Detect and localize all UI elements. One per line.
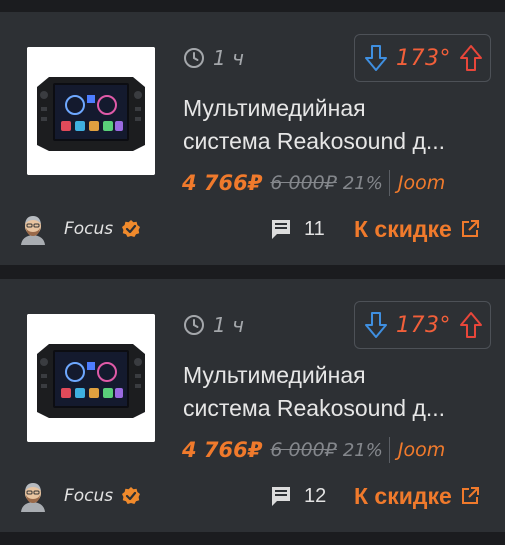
- comment-icon: [272, 487, 290, 506]
- arrow-down-icon: [365, 312, 387, 338]
- deal-card[interactable]: 1 ч 173° Мультимедийная система Reakosou…: [0, 279, 505, 532]
- deal-title-line: система Reakosound д...: [183, 128, 446, 154]
- comments-button[interactable]: 12: [270, 482, 326, 510]
- deals-feed: 1 ч 173° Мультимедийная система Reakosou…: [0, 0, 505, 545]
- username: Focus: [64, 219, 114, 239]
- store-link[interactable]: Joom: [398, 439, 445, 461]
- price-row: 4 766₽ 6 000₽ 21% Joom: [182, 169, 445, 197]
- go-to-deal-label: К скидке: [354, 215, 452, 242]
- arrow-up-icon: [460, 45, 482, 71]
- comment-count: 11: [304, 217, 325, 240]
- deal-title-line: Мультимедийная: [183, 362, 366, 388]
- price-row: 4 766₽ 6 000₽ 21% Joom: [182, 436, 445, 464]
- old-price: 6 000₽: [270, 172, 337, 194]
- clock-icon: [184, 48, 204, 68]
- deal-title[interactable]: Мультимедийная система Reakosound д...: [183, 92, 483, 158]
- temperature-vote: 173°: [354, 301, 491, 349]
- go-to-deal-button[interactable]: К скидке: [354, 214, 480, 244]
- temperature-vote: 173°: [354, 34, 491, 82]
- arrow-up-icon: [460, 312, 482, 338]
- comment-icon: [272, 220, 290, 239]
- author[interactable]: Focus: [18, 212, 141, 246]
- verified-icon: [122, 487, 141, 504]
- time-label: 1 ч: [213, 313, 244, 337]
- vote-down-button[interactable]: [363, 43, 389, 73]
- arrow-down-icon: [365, 45, 387, 71]
- avatar: [21, 216, 45, 245]
- discount-percent: 21%: [342, 439, 383, 461]
- divider: [388, 437, 390, 463]
- store-link[interactable]: Joom: [398, 172, 445, 194]
- external-link-icon: [461, 220, 479, 237]
- go-to-deal-button[interactable]: К скидке: [354, 481, 480, 511]
- product-image[interactable]: [27, 47, 155, 175]
- verified-icon: [122, 220, 141, 237]
- comment-count: 12: [304, 484, 327, 507]
- vote-down-button[interactable]: [363, 310, 389, 340]
- deal-price: 4 766₽: [182, 438, 263, 462]
- product-image[interactable]: [27, 314, 155, 442]
- temperature-value: 173°: [396, 312, 451, 338]
- time-label: 1 ч: [213, 46, 244, 70]
- deal-title-line: Мультимедийная: [183, 95, 366, 121]
- deal-title-line: система Reakosound д...: [183, 395, 446, 421]
- deal-card[interactable]: 1 ч 173° Мультимедийная система Reakosou…: [0, 12, 505, 265]
- username: Focus: [64, 486, 114, 506]
- temperature-value: 173°: [396, 45, 451, 71]
- comments-button[interactable]: 11: [270, 215, 325, 243]
- clock-icon: [184, 315, 204, 335]
- car-stereo-image: [27, 314, 155, 442]
- avatar: [21, 483, 45, 512]
- external-link-icon: [461, 487, 479, 504]
- vote-up-button[interactable]: [458, 310, 484, 340]
- deal-price: 4 766₽: [182, 171, 263, 195]
- vote-up-button[interactable]: [458, 43, 484, 73]
- author[interactable]: Focus: [18, 479, 141, 513]
- divider: [388, 170, 390, 196]
- old-price: 6 000₽: [270, 439, 337, 461]
- deal-title[interactable]: Мультимедийная система Reakosound д...: [183, 359, 483, 425]
- go-to-deal-label: К скидке: [354, 482, 452, 509]
- car-stereo-image: [27, 47, 155, 175]
- posted-time: 1 ч: [183, 45, 244, 71]
- posted-time: 1 ч: [183, 312, 244, 338]
- discount-percent: 21%: [342, 172, 383, 194]
